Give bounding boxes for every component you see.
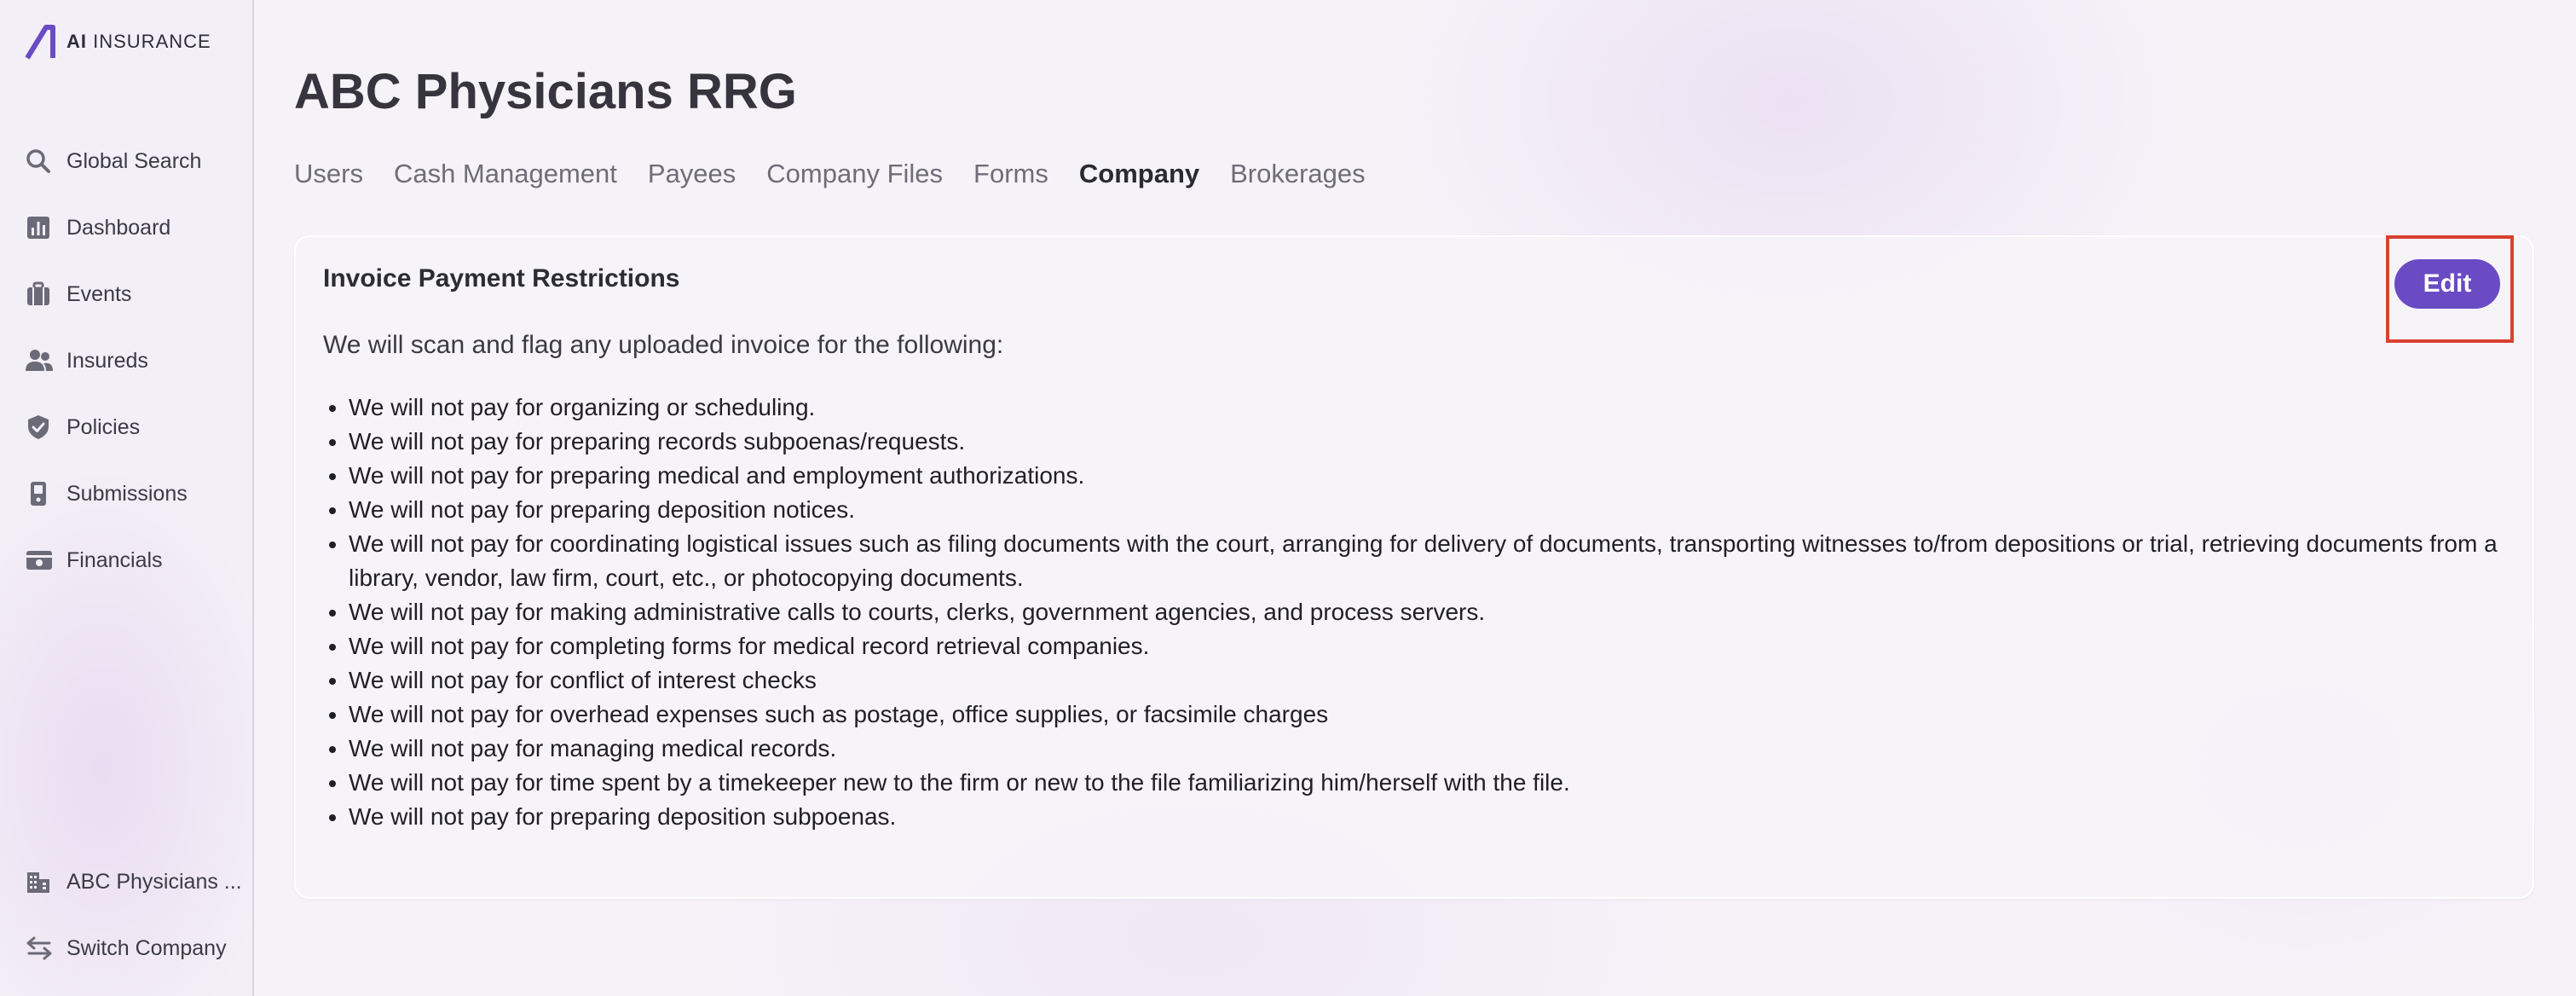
sidebar-item-policies[interactable]: Policies bbox=[26, 394, 201, 460]
sidebar-item-label: Financials bbox=[66, 547, 163, 572]
tab-users[interactable]: Users bbox=[294, 159, 363, 189]
tab-company-files[interactable]: Company Files bbox=[766, 159, 943, 189]
logo-text: AI INSURANCE bbox=[66, 31, 211, 52]
card-intro: We will scan and flag any uploaded invoi… bbox=[323, 331, 1004, 359]
sidebar-item-label: Events bbox=[66, 281, 132, 306]
sidebar-item-label: Dashboard bbox=[66, 215, 171, 240]
sidebar-item-insureds[interactable]: Insureds bbox=[26, 327, 201, 394]
tab-forms[interactable]: Forms bbox=[973, 159, 1048, 189]
restriction-list: We will not pay for organizing or schedu… bbox=[323, 391, 2531, 834]
list-item: We will not pay for completing forms for… bbox=[349, 629, 2531, 663]
building-icon bbox=[26, 867, 55, 896]
shield-icon bbox=[26, 413, 55, 442]
money-icon bbox=[26, 546, 55, 575]
list-item: We will not pay for making administrativ… bbox=[349, 595, 2531, 629]
list-item: We will not pay for overhead expenses su… bbox=[349, 698, 2531, 732]
sidebar-item-global-search[interactable]: Global Search bbox=[26, 128, 201, 194]
list-item: We will not pay for time spent by a time… bbox=[349, 766, 2531, 800]
current-company[interactable]: ABC Physicians ... bbox=[26, 848, 242, 915]
sidebar-nav: Global Search Dashboard Events Insureds … bbox=[26, 128, 201, 594]
document-icon bbox=[26, 479, 55, 508]
list-item: We will not pay for preparing records su… bbox=[349, 425, 2531, 459]
edit-button[interactable]: Edit bbox=[2394, 259, 2500, 309]
switch-company-button[interactable]: Switch Company bbox=[26, 915, 242, 982]
tab-cash-management[interactable]: Cash Management bbox=[394, 159, 617, 189]
list-item: We will not pay for preparing medical an… bbox=[349, 459, 2531, 493]
switch-arrows-icon bbox=[26, 934, 55, 963]
tab-payees[interactable]: Payees bbox=[648, 159, 736, 189]
sidebar: AI INSURANCE Global Search Dashboard Eve… bbox=[0, 0, 254, 996]
sidebar-item-submissions[interactable]: Submissions bbox=[26, 460, 201, 527]
chart-icon bbox=[26, 213, 55, 242]
page-title: ABC Physicians RRG bbox=[294, 64, 797, 119]
briefcase-icon bbox=[26, 280, 55, 309]
tab-brokerages[interactable]: Brokerages bbox=[1230, 159, 1366, 189]
list-item: We will not pay for managing medical rec… bbox=[349, 732, 2531, 766]
sidebar-item-label: Submissions bbox=[66, 481, 188, 506]
users-icon bbox=[26, 346, 55, 375]
sidebar-bottom: ABC Physicians ... Switch Company bbox=[26, 848, 242, 982]
list-item: We will not pay for organizing or schedu… bbox=[349, 391, 2531, 425]
sidebar-item-dashboard[interactable]: Dashboard bbox=[26, 194, 201, 261]
sidebar-item-label: Insureds bbox=[66, 348, 148, 373]
tab-company[interactable]: Company bbox=[1079, 159, 1199, 189]
card-title: Invoice Payment Restrictions bbox=[323, 264, 680, 292]
edit-highlight-box: Edit bbox=[2386, 235, 2514, 343]
app-logo[interactable]: AI INSURANCE bbox=[24, 24, 211, 60]
invoice-restrictions-card: Invoice Payment Restrictions Edit We wil… bbox=[294, 235, 2534, 899]
sidebar-item-label: Global Search bbox=[66, 148, 202, 173]
switch-company-label: Switch Company bbox=[66, 935, 227, 960]
list-item: We will not pay for coordinating logisti… bbox=[349, 527, 2531, 595]
list-item: We will not pay for preparing deposition… bbox=[349, 800, 2531, 834]
current-company-label: ABC Physicians ... bbox=[66, 869, 242, 894]
sidebar-item-label: Policies bbox=[66, 414, 141, 439]
list-item: We will not pay for preparing deposition… bbox=[349, 493, 2531, 527]
sidebar-item-events[interactable]: Events bbox=[26, 261, 201, 327]
logo-mark-icon bbox=[25, 25, 55, 60]
list-item: We will not pay for conflict of interest… bbox=[349, 663, 2531, 698]
search-icon bbox=[26, 147, 55, 176]
sidebar-item-financials[interactable]: Financials bbox=[26, 527, 201, 594]
tab-bar: Users Cash Management Payees Company Fil… bbox=[294, 159, 1366, 189]
